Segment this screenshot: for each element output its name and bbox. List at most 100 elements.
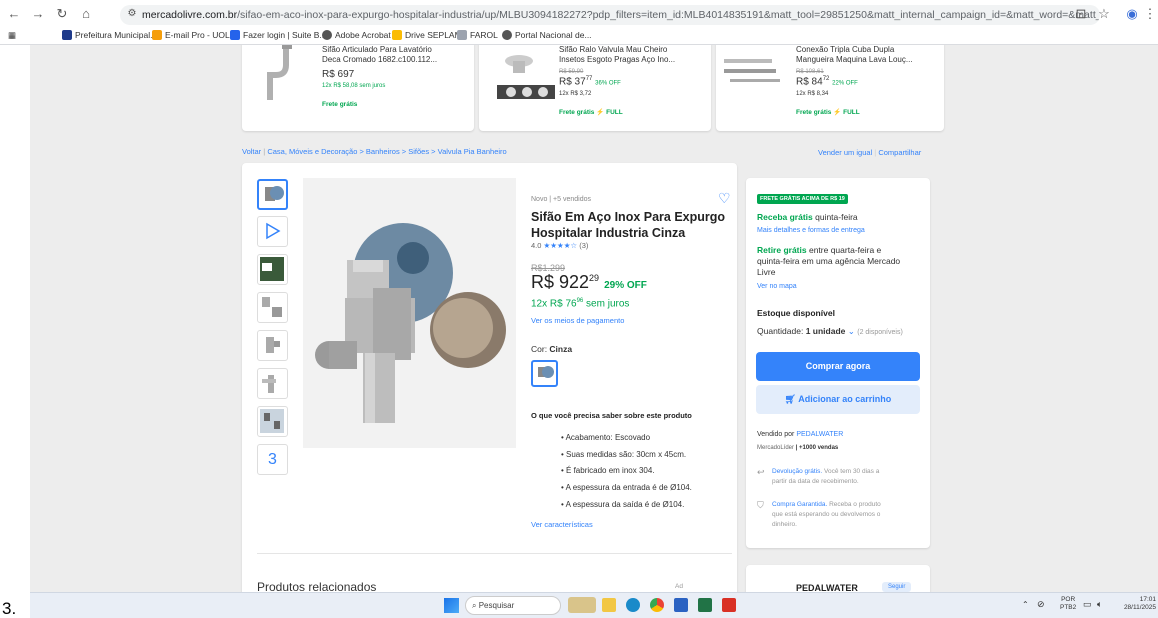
thumbnail-image <box>260 257 284 281</box>
return-link[interactable]: Devolução grátis. <box>772 468 822 475</box>
install-icon[interactable]: ⊡ <box>1073 6 1089 22</box>
menu-icon[interactable]: ⋮ <box>1142 6 1158 22</box>
add-to-cart-label: Adicionar ao carrinho <box>798 394 892 404</box>
seller-link[interactable]: PEDALWATER <box>796 431 843 438</box>
home-icon[interactable]: ⌂ <box>78 6 94 22</box>
network-icon[interactable]: ⊘ <box>1037 599 1045 610</box>
back-link[interactable]: Voltar <box>242 147 261 156</box>
quantity-available: (2 disponíveis) <box>857 329 903 336</box>
guarantee-link[interactable]: Compra Garantida. <box>772 501 827 508</box>
bookmark-icon <box>322 30 332 40</box>
related-old-price: R$ 59,90 <box>559 69 584 75</box>
bookmark-prefeitura[interactable]: Prefeitura Municipal... <box>62 30 157 40</box>
related-discount: 22% OFF <box>832 80 858 87</box>
forward-icon[interactable]: → <box>30 6 46 22</box>
play-icon <box>266 222 281 240</box>
language-indicator[interactable]: POR PTB2 <box>1060 596 1076 612</box>
thumbnail[interactable] <box>257 368 288 399</box>
excel-icon[interactable] <box>698 598 712 612</box>
display-icon[interactable]: ▭ <box>1083 599 1092 610</box>
related-price: R$ 84 <box>796 76 823 88</box>
widgets-icon[interactable] <box>568 597 596 613</box>
breadcrumb-separator: | <box>874 148 877 157</box>
bookmark-drive[interactable]: Drive SEPLAM <box>392 30 462 40</box>
volume-icon[interactable]: 🔈︎ <box>1097 599 1102 610</box>
acrobat-icon[interactable] <box>722 598 736 612</box>
file-explorer-icon[interactable] <box>602 598 616 612</box>
quantity-value: 1 unidade <box>805 326 846 336</box>
thumbnail[interactable] <box>257 179 288 210</box>
color-option-cinza[interactable] <box>531 360 558 387</box>
bookmark-suite[interactable]: Fazer login | Suite B... <box>230 30 326 40</box>
quantity-selector[interactable]: Quantidade: 1 unidade ⌄ (2 disponíveis) <box>757 326 903 337</box>
related-card[interactable]: Sifão Ralo Valvula Mau Cheiro Insetos Es… <box>479 45 711 131</box>
back-icon[interactable]: ← <box>6 6 22 22</box>
thumbnail-video[interactable] <box>257 216 288 247</box>
bookmark-uol[interactable]: E-mail Pro - UOL <box>152 30 230 40</box>
breadcrumb-path[interactable]: Casa, Móveis e Decoração > Banheiros > S… <box>267 147 506 156</box>
chevron-down-icon: ⌄ <box>847 326 855 336</box>
divider <box>257 553 732 554</box>
tray-chevron-icon[interactable]: ⌃ <box>1022 600 1029 609</box>
main-product-image[interactable] <box>303 178 516 448</box>
outlook-icon[interactable] <box>674 598 688 612</box>
bookmark-farol[interactable]: FAROL <box>457 30 498 40</box>
follow-button[interactable]: Seguir <box>882 582 912 592</box>
favorite-heart-icon[interactable]: ♡ <box>718 190 731 207</box>
address-bar[interactable]: mercadolivre.com.br/sifao-em-aco-inox-pa… <box>120 5 1100 25</box>
pickup-line2: quinta-feira em uma agência Mercado <box>757 256 901 266</box>
full-badge: ⚡ FULL <box>596 109 623 116</box>
related-price-cents: 77 <box>585 76 593 82</box>
rating[interactable]: 4.0 ★★★★☆ (3) <box>531 241 588 250</box>
related-shipping: Frete grátis <box>796 109 832 116</box>
discount-badge: 29% OFF <box>604 280 647 291</box>
thumbnail[interactable] <box>257 330 288 361</box>
language-code: POR <box>1061 596 1076 603</box>
more-thumbnails[interactable]: 3 <box>257 444 288 475</box>
add-to-cart-button[interactable]: 🛒︎ Adicionar ao carrinho <box>756 385 920 414</box>
sell-link[interactable]: Vender um igual <box>818 148 872 157</box>
related-shipping: Frete grátis <box>322 101 358 108</box>
features-title: O que você precisa saber sobre este prod… <box>531 411 692 420</box>
related-title: Deca Cromado 1682.c100.112... <box>322 55 438 64</box>
related-card[interactable]: Sifão Articulado Para Lavatório Deca Cro… <box>242 45 474 131</box>
guarantee-text-2: que está esperando ou devolvemos o <box>772 511 881 518</box>
bookmark-star-icon[interactable]: ☆ <box>1096 6 1112 22</box>
pickup-line3: Livre <box>757 267 776 277</box>
guarantee-text: Receba o produto <box>827 501 881 508</box>
delivery-details-link[interactable]: Mais detalhes e formas de entrega <box>757 227 865 234</box>
related-card[interactable]: Conexão Tripla Cuba Dupla Mangueira Maqu… <box>716 45 944 131</box>
review-count: (3) <box>579 241 589 250</box>
return-text-2: partir da data de recebimento. <box>772 478 859 485</box>
related-title: Sifão Ralo Valvula Mau Cheiro <box>559 45 668 54</box>
site-info-icon[interactable]: ⚙ <box>124 6 140 22</box>
related-installments: 12x R$ 8,34 <box>796 91 829 97</box>
bookmark-portal[interactable]: Portal Nacional de... <box>502 30 592 40</box>
windows-start-icon[interactable] <box>444 598 459 613</box>
color-swatch-image <box>538 366 554 378</box>
related-title: Sifão Articulado Para Lavatório <box>322 45 432 54</box>
url-site: mercadolivre.com.br <box>142 9 238 21</box>
buy-now-button[interactable]: Comprar agora <box>756 352 920 381</box>
chrome-icon[interactable] <box>650 598 664 612</box>
payment-methods-link[interactable]: Ver os meios de pagamento <box>531 316 624 325</box>
related-shipping: Frete grátis <box>559 109 595 116</box>
edge-icon[interactable] <box>626 598 640 612</box>
reload-icon[interactable]: ↻ <box>54 6 70 22</box>
bookmark-acrobat[interactable]: Adobe Acrobat <box>322 30 391 40</box>
see-features-link[interactable]: Ver características <box>531 520 593 529</box>
profile-icon[interactable]: ◉ <box>1124 6 1140 22</box>
breadcrumb: Voltar | Casa, Móveis e Decoração > Banh… <box>242 147 507 156</box>
thumbnail[interactable] <box>257 254 288 285</box>
taskbar-search[interactable]: ⌕ Pesquisar <box>465 596 561 615</box>
clock[interactable]: 17:01 28/11/2025 <box>1118 596 1156 612</box>
related-discount: 36% OFF <box>595 80 621 87</box>
bookmark-label: Fazer login | Suite B... <box>243 30 327 40</box>
rating-value: 4.0 <box>531 241 542 250</box>
thumbnail[interactable] <box>257 292 288 323</box>
thumbnail[interactable] <box>257 406 288 437</box>
map-link[interactable]: Ver no mapa <box>757 283 797 290</box>
share-link[interactable]: Compartilhar <box>878 148 921 157</box>
related-title: Mangueira Maquina Lava Louç... <box>796 55 913 64</box>
apps-icon[interactable]: ▦ <box>8 30 16 41</box>
